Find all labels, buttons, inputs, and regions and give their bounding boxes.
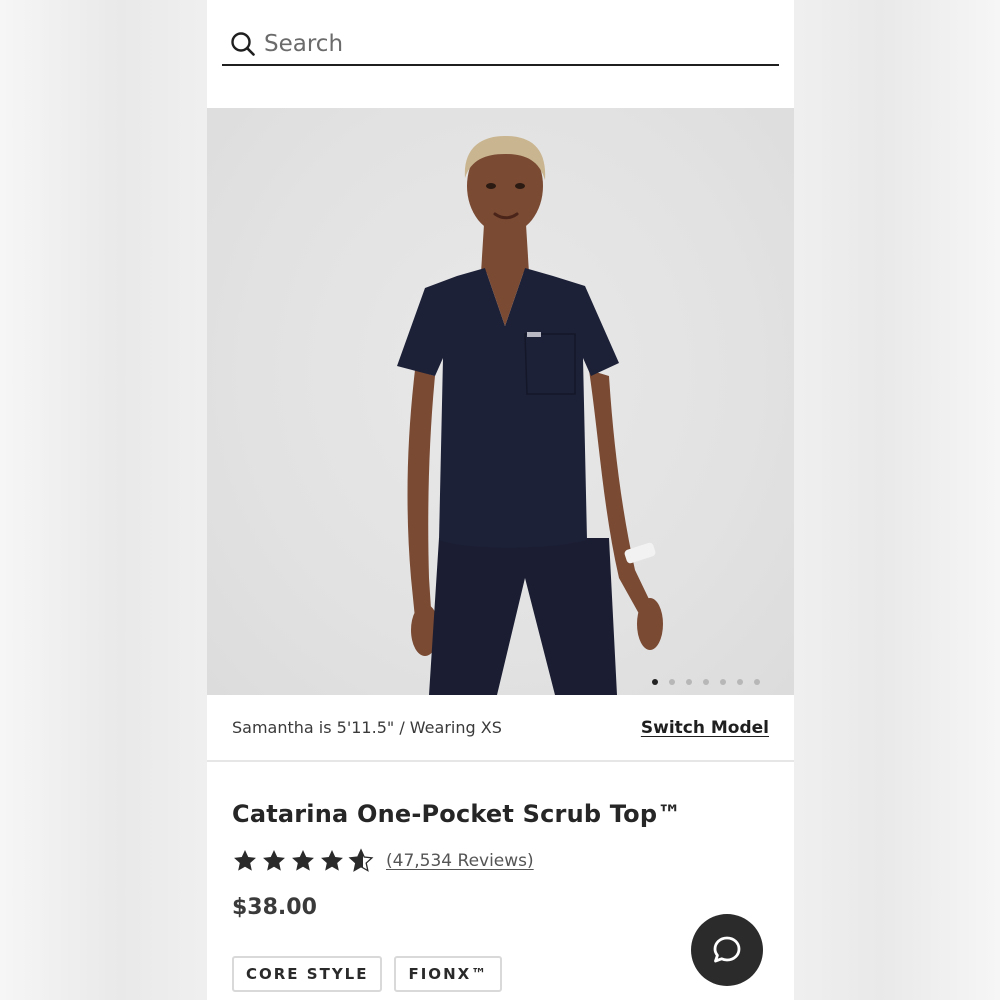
gallery-dot[interactable] (669, 679, 675, 685)
reviews-link[interactable]: (47,534 Reviews) (386, 851, 534, 871)
product-photo (397, 136, 663, 695)
product-image-gallery[interactable] (207, 108, 794, 695)
product-price: $38.00 (232, 895, 317, 920)
tag-core-style: CORE STYLE (232, 956, 383, 992)
star-icon (321, 849, 343, 871)
star-icon (292, 849, 314, 871)
half-star-icon (348, 848, 374, 872)
chat-bubble-icon (713, 936, 741, 963)
mobile-page: Samantha is 5'11.5" / Wearing XS Switch … (207, 0, 794, 1000)
star-rating (232, 848, 374, 874)
model-info-row: Samantha is 5'11.5" / Wearing XS Switch … (207, 695, 794, 762)
model-info-text: Samantha is 5'11.5" / Wearing XS (232, 718, 502, 737)
star-icon (234, 849, 256, 871)
product-rating: (47,534 Reviews) (232, 848, 534, 874)
tag-fionx: FIONX™ (394, 956, 503, 992)
search-input[interactable] (264, 25, 744, 63)
search-bar (222, 24, 779, 66)
product-tags: CORE STYLE FIONX™ (232, 956, 503, 992)
search-icon[interactable] (228, 29, 258, 59)
gallery-dot[interactable] (703, 679, 709, 685)
gallery-dot[interactable] (720, 679, 726, 685)
star-icon (263, 849, 285, 871)
gallery-dot[interactable] (652, 679, 658, 685)
gallery-dot[interactable] (686, 679, 692, 685)
gallery-pagination (652, 679, 760, 685)
chat-button[interactable] (691, 914, 763, 986)
gallery-dot[interactable] (737, 679, 743, 685)
gallery-dot[interactable] (754, 679, 760, 685)
screenshot-stage: Samantha is 5'11.5" / Wearing XS Switch … (0, 0, 1000, 1000)
switch-model-link[interactable]: Switch Model (641, 718, 769, 738)
product-title: Catarina One-Pocket Scrub Top™ (232, 800, 682, 828)
